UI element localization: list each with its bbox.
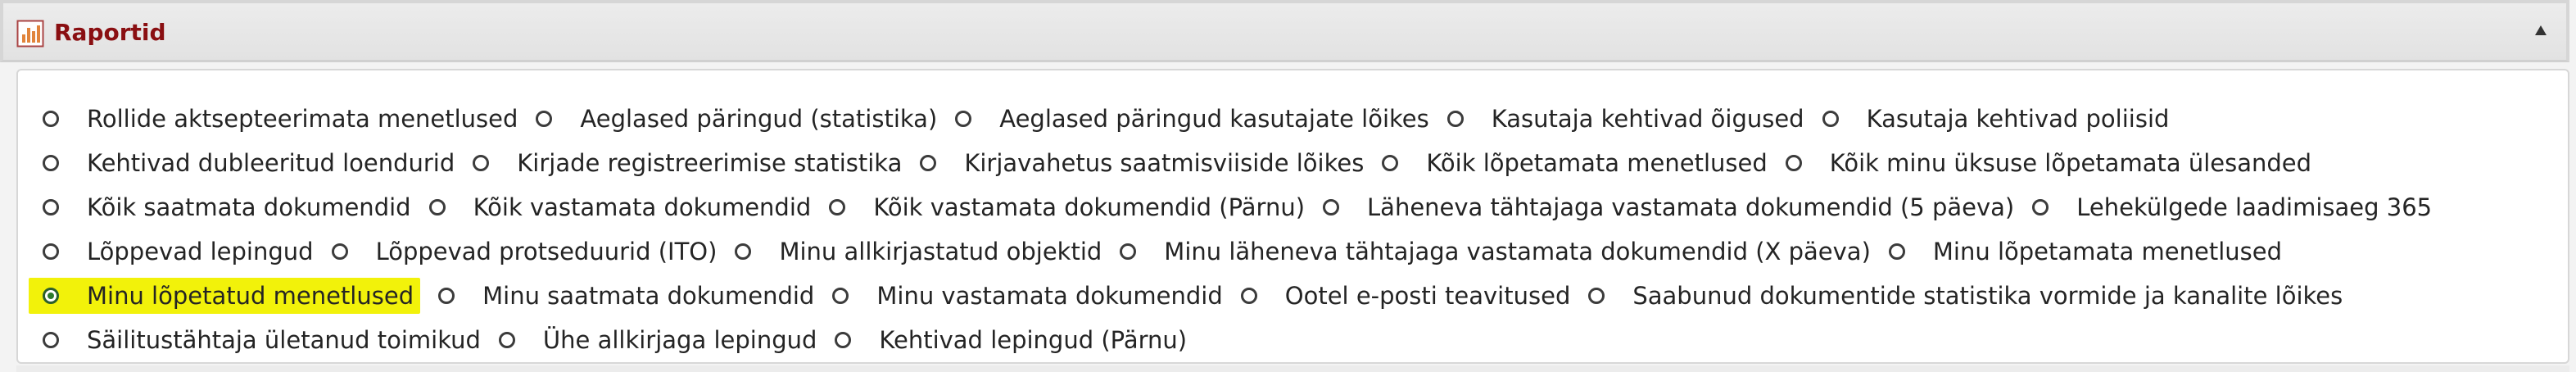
- report-option-label: Kasutaja kehtivad õigused: [1491, 105, 1804, 133]
- radio-icon[interactable]: [331, 243, 348, 260]
- report-option-label: Minu vastamata dokumendid: [876, 282, 1223, 310]
- radio-icon[interactable]: [43, 243, 59, 260]
- radio-selected-icon[interactable]: [43, 288, 59, 304]
- report-option-minu-saatmata-dokumendid[interactable]: Minu saatmata dokumendid: [438, 278, 814, 314]
- report-option-uhe-allkirjaga-lepingud[interactable]: Ühe allkirjaga lepingud: [498, 322, 817, 358]
- report-option-label: Kõik vastamata dokumendid (Pärnu): [873, 193, 1306, 221]
- report-option-kasutaja-kehtivad-poliisid[interactable]: Kasutaja kehtivad poliisid: [1822, 101, 2170, 137]
- report-option-label: Minu saatmata dokumendid: [482, 282, 815, 310]
- radio-icon[interactable]: [1888, 243, 1905, 260]
- radio-icon[interactable]: [473, 155, 490, 171]
- report-row: Kõik saatmata dokumendid Kõik vastamata d…: [43, 185, 2541, 229]
- radio-icon[interactable]: [920, 155, 937, 171]
- report-option-koik-lopetamata-menetlused[interactable]: Kõik lõpetamata menetlused: [1382, 145, 1768, 181]
- report-option-label: Kõik vastamata dokumendid: [473, 193, 812, 221]
- report-option-kehtivad-dubleeritud-loendurid[interactable]: Kehtivad dubleeritud loendurid: [43, 145, 455, 181]
- radio-icon[interactable]: [1785, 155, 1802, 171]
- report-option-label: Kirjavahetus saatmisviiside lõikes: [964, 149, 1365, 177]
- report-option-label: Säilitustähtaja ületanud toimikud: [87, 326, 481, 354]
- radio-icon[interactable]: [1822, 111, 1839, 127]
- report-option-aeglased-paringud-statistika[interactable]: Aeglased päringud (statistika): [536, 101, 937, 137]
- report-option-sailitustahtaja-uletanud-toimikud[interactable]: Säilitustähtaja ületanud toimikud: [43, 322, 481, 358]
- report-option-label: Saabunud dokumentide statistika vormide …: [1632, 282, 2343, 310]
- radio-icon[interactable]: [835, 332, 852, 348]
- radio-icon[interactable]: [428, 199, 446, 215]
- report-option-loppevad-lepingud[interactable]: Lõppevad lepingud: [43, 234, 314, 270]
- radio-icon[interactable]: [735, 243, 752, 260]
- radio-icon[interactable]: [1446, 111, 1464, 127]
- collapse-icon[interactable]: [2535, 25, 2547, 35]
- report-option-label: Ootel e-posti teavitused: [1284, 282, 1571, 310]
- panel-header[interactable]: Raportid: [0, 0, 2569, 62]
- radio-icon[interactable]: [1323, 199, 1340, 215]
- report-option-kirjade-registreerimise-statistika[interactable]: Kirjade registreerimise statistika: [473, 145, 902, 181]
- radio-icon[interactable]: [536, 111, 553, 127]
- report-option-ootel-e-posti-teavitused[interactable]: Ootel e-posti teavitused: [1240, 278, 1571, 314]
- report-option-label: Aeglased päringud kasutajate lõikes: [999, 105, 1429, 133]
- report-option-aeglased-paringud-kasutajate-loikes[interactable]: Aeglased päringud kasutajate lõikes: [955, 101, 1429, 137]
- report-option-label: Kehtivad lepingud (Pärnu): [879, 326, 1188, 354]
- report-option-kasutaja-kehtivad-oigused[interactable]: Kasutaja kehtivad õigused: [1446, 101, 1804, 137]
- radio-icon[interactable]: [1120, 243, 1137, 260]
- report-option-label: Kehtivad dubleeritud loendurid: [87, 149, 455, 177]
- radio-icon[interactable]: [43, 155, 59, 171]
- report-option-kehtivad-lepingud-parnu[interactable]: Kehtivad lepingud (Pärnu): [835, 322, 1187, 358]
- report-row: Rollide aktsepteerimata menetlused Aeglas…: [43, 97, 2541, 141]
- report-option-label: Kõik minu üksuse lõpetamata ülesanded: [1829, 149, 2312, 177]
- report-option-label: Kirjade registreerimise statistika: [517, 149, 903, 177]
- report-option-rollide-aktsepteerimata-menetlused[interactable]: Rollide aktsepteerimata menetlused: [43, 101, 518, 137]
- report-options: Rollide aktsepteerimata menetlused Aeglas…: [29, 97, 2541, 362]
- report-option-label: Aeglased päringud (statistika): [580, 105, 938, 133]
- report-row: Minu lõpetatud menetlused Minu saatmata d…: [29, 274, 2541, 318]
- radio-icon[interactable]: [955, 111, 972, 127]
- radio-icon[interactable]: [43, 111, 59, 127]
- panel-bottom-strip: [16, 365, 2569, 372]
- report-option-koik-saatmata-dokumendid[interactable]: Kõik saatmata dokumendid: [43, 189, 411, 225]
- bar-chart-icon: [16, 20, 44, 48]
- radio-icon[interactable]: [2032, 199, 2049, 215]
- report-option-label: Minu lõpetamata menetlused: [1932, 238, 2283, 265]
- panel-title: Raportid: [54, 19, 166, 46]
- radio-icon[interactable]: [1240, 288, 1257, 304]
- report-option-koik-vastamata-dokumendid-parnu[interactable]: Kõik vastamata dokumendid (Pärnu): [829, 189, 1305, 225]
- report-option-label: Läheneva tähtajaga vastamata dokumendid …: [1367, 193, 2015, 221]
- report-option-minu-vastamata-dokumendid[interactable]: Minu vastamata dokumendid: [832, 278, 1223, 314]
- report-row: Lõppevad lepingud Lõppevad protseduurid (…: [43, 229, 2541, 274]
- report-option-koik-minu-uksuse-lopetamata-ulesanded[interactable]: Kõik minu üksuse lõpetamata ülesanded: [1785, 145, 2312, 181]
- report-option-label: Ühe allkirjaga lepingud: [542, 326, 817, 354]
- report-option-label: Kõik lõpetamata menetlused: [1426, 149, 1768, 177]
- report-option-label: Lehekülgede laadimisaeg 365: [2076, 193, 2433, 221]
- report-option-label: Rollide aktsepteerimata menetlused: [87, 105, 518, 133]
- report-option-label: Lõppevad protseduurid (ITO): [375, 238, 718, 265]
- report-option-loppevad-protseduurid-ito[interactable]: Lõppevad protseduurid (ITO): [331, 234, 718, 270]
- report-option-label: Minu lõpetatud menetlused: [87, 282, 414, 310]
- radio-icon[interactable]: [43, 332, 59, 348]
- radio-icon[interactable]: [829, 199, 846, 215]
- report-option-minu-laheneva-tahtajaga-vastamata-dokumendid-x-paeva[interactable]: Minu läheneva tähtajaga vastamata dokume…: [1120, 234, 1871, 270]
- radio-icon[interactable]: [498, 332, 515, 348]
- report-option-label: Kõik saatmata dokumendid: [87, 193, 411, 221]
- report-option-saabunud-dokumentide-statistika-vormide-ja-kanalite-loikes[interactable]: Saabunud dokumentide statistika vormide …: [1588, 278, 2343, 314]
- radio-icon[interactable]: [1382, 155, 1399, 171]
- report-option-minu-lopetamata-menetlused[interactable]: Minu lõpetamata menetlused: [1888, 234, 2283, 270]
- report-option-label: Minu läheneva tähtajaga vastamata dokume…: [1164, 238, 1871, 265]
- report-option-label: Minu allkirjastatud objektid: [779, 238, 1102, 265]
- report-option-laheneva-tahtajaga-vastamata-dokumendid-5-paeva[interactable]: Läheneva tähtajaga vastamata dokumendid …: [1323, 189, 2014, 225]
- reports-panel: Raportid Rollide aktsepteerimata menetlu…: [0, 0, 2576, 372]
- radio-icon[interactable]: [1588, 288, 1605, 304]
- report-option-lehekulgede-laadimisaeg-365[interactable]: Lehekülgede laadimisaeg 365: [2032, 189, 2432, 225]
- radio-icon[interactable]: [43, 199, 59, 215]
- report-option-koik-vastamata-dokumendid[interactable]: Kõik vastamata dokumendid: [428, 189, 812, 225]
- report-row: Kehtivad dubleeritud loendurid Kirjade re…: [43, 141, 2541, 185]
- reports-list: Rollide aktsepteerimata menetlused Aeglas…: [16, 69, 2569, 364]
- report-option-label: Kasutaja kehtivad poliisid: [1866, 105, 2170, 133]
- report-option-kirjavahetus-saatmisviiside-loikes[interactable]: Kirjavahetus saatmisviiside lõikes: [920, 145, 1364, 181]
- report-option-minu-allkirjastatud-objektid[interactable]: Minu allkirjastatud objektid: [735, 234, 1102, 270]
- report-row: Säilitustähtaja ületanud toimikud Ühe all…: [43, 318, 2541, 362]
- report-option-minu-lopetatud-menetlused[interactable]: Minu lõpetatud menetlused: [29, 278, 421, 314]
- radio-icon[interactable]: [438, 288, 455, 304]
- report-option-label: Lõppevad lepingud: [87, 238, 314, 265]
- radio-icon[interactable]: [832, 288, 849, 304]
